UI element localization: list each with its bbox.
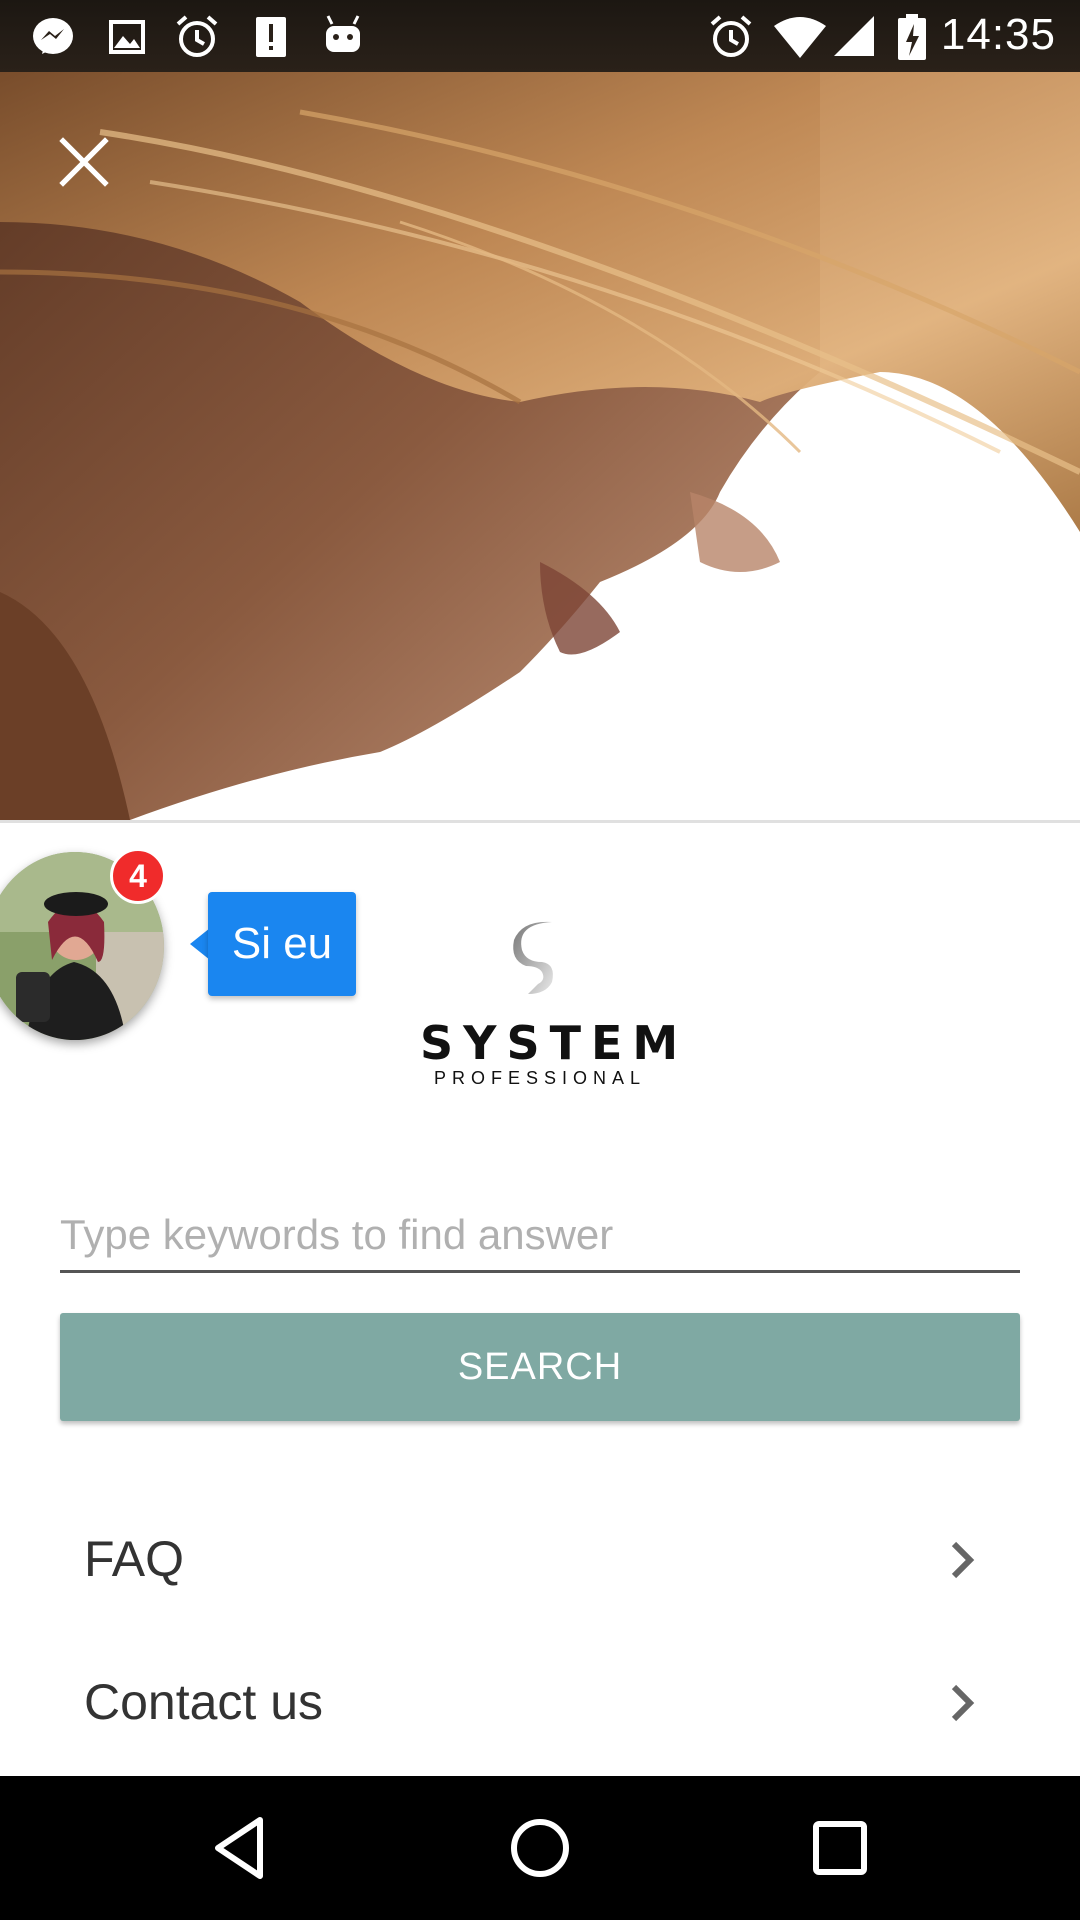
alert-icon — [256, 17, 286, 57]
recents-icon[interactable] — [804, 1812, 876, 1884]
hero-divider — [0, 820, 1080, 823]
clock: 14:35 — [940, 10, 1056, 59]
battery-icon — [898, 14, 926, 60]
logo-subtitle: PROFESSIONAL — [433, 1068, 647, 1088]
brand-logo: SYSTEM PROFESSIONAL — [420, 918, 689, 1088]
image-icon — [109, 20, 145, 54]
navigation-bar — [0, 1776, 1080, 1920]
chevron-right-icon — [951, 1541, 975, 1579]
notification-badge: 4 — [110, 848, 166, 904]
wifi-icon — [774, 17, 826, 58]
status-bar: 14:35 — [0, 0, 1080, 72]
hero-image — [0, 72, 1080, 820]
alarm-icon — [710, 15, 752, 57]
chat-bubble[interactable]: Si eu — [208, 892, 356, 996]
android-icon — [326, 15, 360, 52]
chevron-right-icon — [951, 1684, 975, 1722]
menu-item-label: Contact us — [84, 1674, 324, 1730]
logo-wordmark: SYSTEM — [420, 1016, 689, 1070]
menu-item-label: FAQ — [84, 1531, 185, 1587]
menu-item-contact-us[interactable]: Contact us — [0, 1633, 1080, 1773]
bubble-tail — [190, 928, 210, 960]
search-button[interactable]: SEARCH — [60, 1313, 1020, 1421]
menu-item-faq[interactable]: FAQ — [0, 1490, 1080, 1630]
messenger-icon — [33, 18, 73, 54]
home-icon[interactable] — [504, 1812, 576, 1884]
close-icon[interactable] — [56, 134, 112, 190]
logo-s-icon — [513, 921, 553, 994]
alarm-icon — [176, 15, 218, 57]
hero-photo — [0, 72, 1080, 820]
signal-icon — [834, 16, 874, 56]
back-icon[interactable] — [204, 1812, 276, 1884]
search-input[interactable] — [60, 1200, 1020, 1273]
